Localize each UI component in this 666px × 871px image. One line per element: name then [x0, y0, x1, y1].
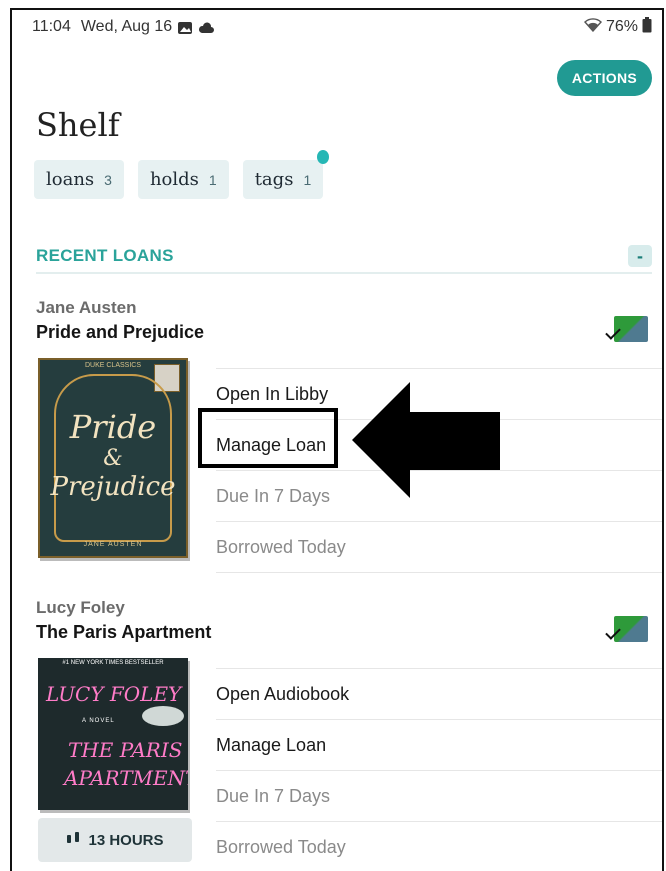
collapse-button[interactable]: - [628, 245, 652, 267]
chip-count: 1 [303, 172, 312, 188]
actions-button[interactable]: ACTIONS [556, 60, 652, 96]
chip-label: holds [149, 169, 199, 190]
book-author: Jane Austen [36, 298, 137, 317]
balloon-icon [317, 150, 330, 164]
chip-holds[interactable]: holds 1 [137, 160, 229, 199]
due-date-text: Due In 7 Days [216, 770, 662, 821]
battery-icon [642, 16, 652, 38]
book-cover[interactable]: #1 NEW YORK TIMES BESTSELLER LUCY FOLEY … [38, 658, 188, 810]
chip-count: 3 [104, 172, 112, 188]
manage-loan-link[interactable]: Manage Loan [216, 719, 662, 770]
shelf-filter-chips: loans 3 holds 1 tags 1 [34, 150, 330, 199]
cloud-icon [198, 21, 215, 33]
chip-label: loans [46, 169, 95, 190]
section-title: RECENT LOANS [36, 246, 174, 265]
book-title[interactable]: Pride and Prejudice [36, 322, 652, 343]
loan-item: Lucy Foley The Paris Apartment #1 NEW YO… [36, 598, 662, 871]
cover-blurb-badge [142, 706, 184, 726]
chip-loans[interactable]: loans 3 [34, 160, 124, 199]
hours-label: 13 HOURS [88, 831, 164, 849]
loan-item: Jane Austen Pride and Prejudice DUKE CLA… [36, 298, 662, 573]
status-time: 11:04 [32, 18, 71, 35]
battery-percent: 76% [605, 18, 638, 35]
cover-author: JANE AUSTEN [83, 541, 143, 548]
check-icon[interactable] [605, 316, 648, 342]
chip-label: tags [254, 169, 294, 190]
borrowed-text: Borrowed Today [216, 821, 662, 871]
cover-title-line: & [103, 446, 123, 471]
chip-count: 1 [208, 172, 217, 188]
open-audiobook-link[interactable]: Open Audiobook [216, 668, 662, 719]
check-icon[interactable] [605, 616, 648, 642]
chip-tags[interactable]: tags 1 [242, 150, 330, 199]
pointer-arrow-icon [352, 382, 500, 498]
page-title: Shelf [36, 106, 120, 144]
cover-title-line: THE PARIS [68, 738, 183, 762]
cover-subtitle: A NOVEL [82, 718, 115, 724]
cover-tagline: #1 NEW YORK TIMES BESTSELLER [62, 660, 164, 666]
recent-loans-header: RECENT LOANS - [36, 240, 652, 274]
highlight-box [198, 408, 338, 468]
status-bar: 11:04 Wed, Aug 16 76% [12, 10, 662, 44]
cover-title-line: Pride [69, 408, 157, 446]
audiobook-hours-button[interactable]: 13 HOURS [38, 818, 192, 862]
book-cover[interactable]: DUKE CLASSICS Pride & Prejudice JANE AUS… [38, 358, 188, 558]
image-icon [178, 21, 193, 34]
app-window: 11:04 Wed, Aug 16 76% ACTIONS Shelf loan… [10, 8, 664, 871]
cover-author: LUCY FOLEY [46, 682, 182, 706]
status-date: Wed, Aug 16 [80, 18, 173, 35]
book-title[interactable]: The Paris Apartment [36, 622, 652, 643]
cover-title-line: APARTMENT [64, 766, 188, 790]
borrowed-text: Borrowed Today [216, 521, 662, 573]
book-author: Lucy Foley [36, 598, 125, 617]
wifi-icon [583, 17, 602, 37]
loan-actions: Open Audiobook Manage Loan Due In 7 Days… [216, 668, 662, 871]
cover-title-line: Prejudice [50, 472, 176, 502]
headphones-icon [66, 831, 80, 849]
